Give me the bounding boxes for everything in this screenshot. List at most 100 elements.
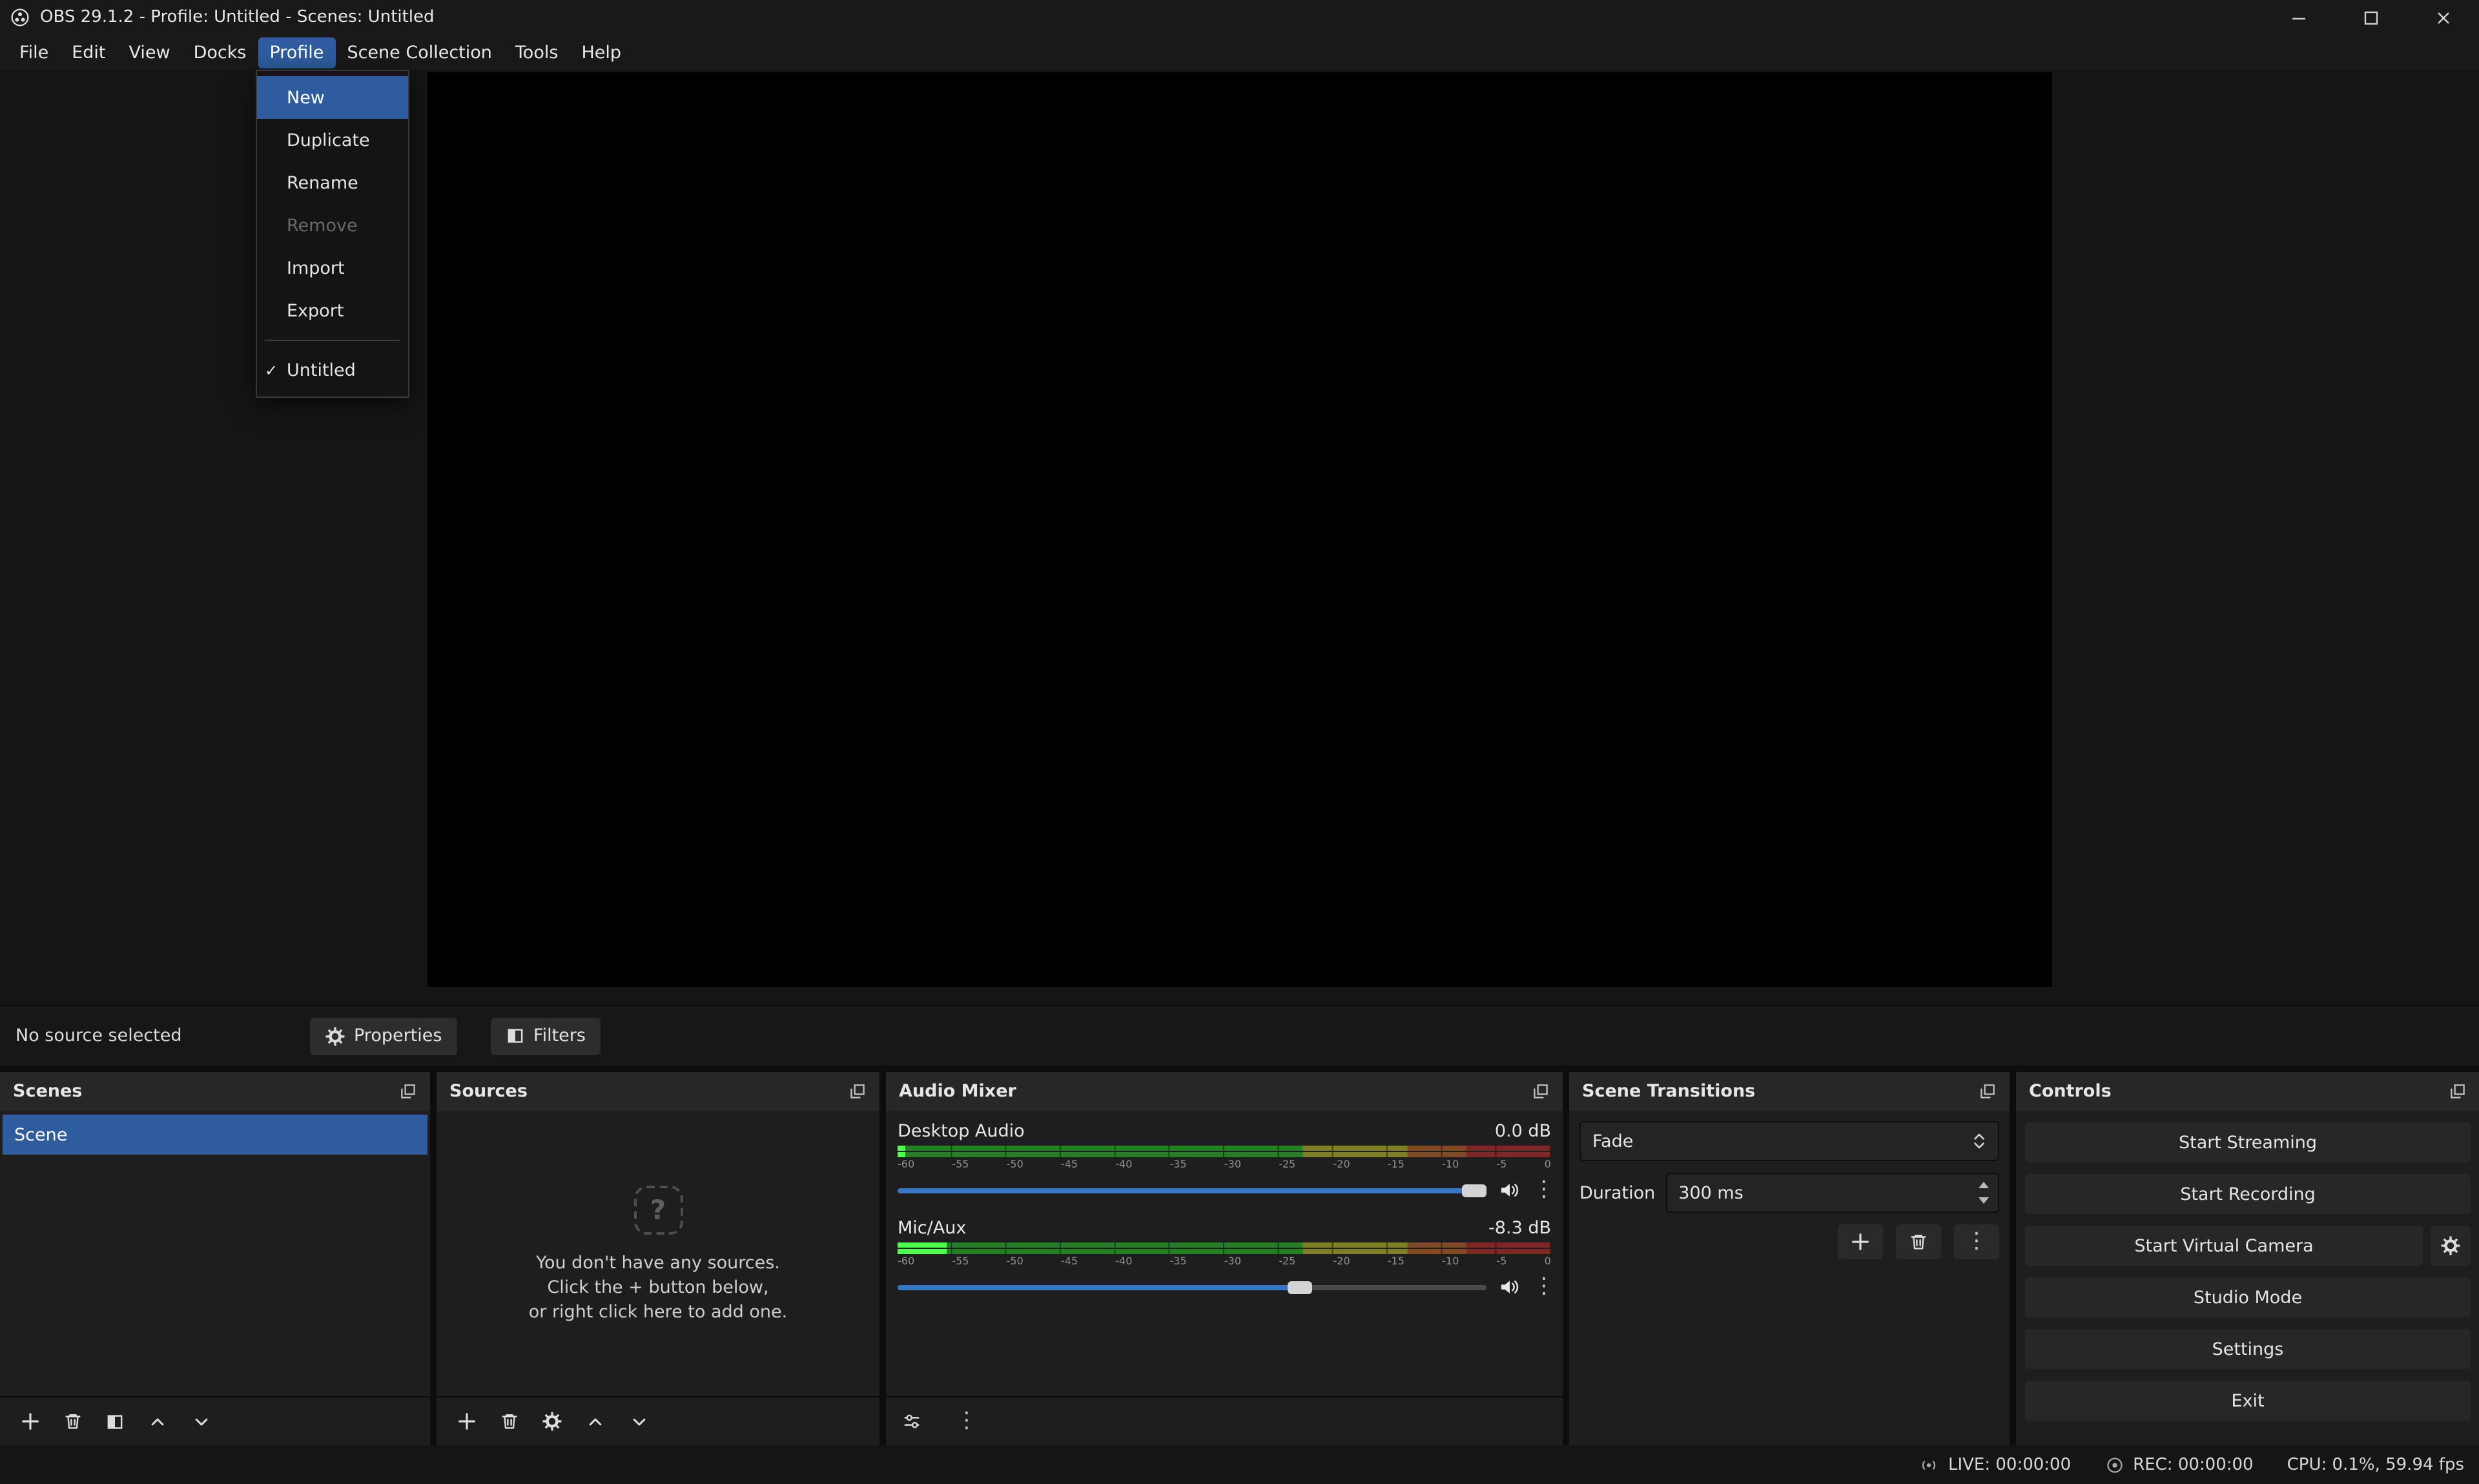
popout-icon[interactable]	[399, 1082, 417, 1100]
settings-button[interactable]: Settings	[2025, 1329, 2471, 1369]
source-list[interactable]: ? You don't have any sources. Click the …	[437, 1111, 879, 1396]
menu-docks[interactable]: Docks	[182, 37, 258, 68]
speaker-icon[interactable]	[1498, 1277, 1521, 1297]
sources-empty-line: You don't have any sources.	[536, 1252, 780, 1276]
remove-scene-button[interactable]	[63, 1412, 83, 1431]
popout-icon[interactable]	[849, 1082, 867, 1100]
move-scene-down-button[interactable]	[191, 1412, 212, 1430]
menu-file[interactable]: File	[8, 37, 60, 68]
mixer-options-button[interactable]: ⋮	[956, 1410, 974, 1432]
chevron-updown-icon	[1972, 1130, 1986, 1152]
tick-label: 0	[1545, 1159, 1551, 1170]
tick-label: -50	[1007, 1159, 1023, 1170]
start-virtual-camera-button[interactable]: Start Virtual Camera	[2025, 1226, 2423, 1266]
live-time: LIVE: 00:00:00	[1948, 1455, 2071, 1474]
minimize-button[interactable]	[2263, 0, 2335, 35]
sources-empty-line: Click the + button below,	[547, 1276, 768, 1301]
add-source-button[interactable]	[457, 1412, 477, 1431]
profile-menu-item-export[interactable]: Export	[257, 289, 408, 332]
tick-label: -45	[1061, 1255, 1078, 1267]
studio-mode-button[interactable]: Studio Mode	[2025, 1277, 2471, 1317]
tick-label: -30	[1224, 1255, 1241, 1267]
maximize-button[interactable]	[2335, 0, 2407, 35]
move-source-up-button[interactable]	[585, 1412, 606, 1430]
controls-dock: Controls Start Streaming Start Recording…	[2016, 1072, 2479, 1445]
volume-slider[interactable]	[898, 1188, 1486, 1193]
sources-empty-line: or right click here to add one.	[529, 1301, 788, 1325]
transition-options-button[interactable]: ⋮	[1954, 1224, 1999, 1259]
menu-edit[interactable]: Edit	[60, 37, 117, 68]
popout-icon[interactable]	[1979, 1082, 1997, 1100]
meter-scale: -60-55-50-45-40-35-30-25-20-15-10-50	[898, 1255, 1551, 1267]
start-recording-button[interactable]: Start Recording	[2025, 1174, 2471, 1214]
audio-mixer-header: Audio Mixer	[886, 1072, 1563, 1111]
close-button[interactable]	[2407, 0, 2479, 35]
audio-mixer-dock: Audio Mixer Desktop Audio 0.0 dB -60-55-…	[886, 1072, 1563, 1445]
transitions-title: Scene Transitions	[1582, 1081, 1755, 1102]
controls-body: Start Streaming Start Recording Start Vi…	[2016, 1111, 2479, 1445]
cpu-fps-stats: CPU: 0.1%, 59.94 fps	[2287, 1455, 2464, 1474]
volume-slider-handle[interactable]	[1462, 1184, 1486, 1197]
scenes-dock-title: Scenes	[13, 1081, 82, 1102]
sources-dock-header: Sources	[437, 1072, 879, 1111]
channel-options-button[interactable]: ⋮	[1533, 1179, 1551, 1201]
profile-menu-item-rename[interactable]: Rename	[257, 161, 408, 204]
statusbar: LIVE: 00:00:00 REC: 00:00:00 CPU: 0.1%, …	[0, 1445, 2479, 1484]
transition-select[interactable]: Fade	[1579, 1121, 1999, 1161]
menu-view[interactable]: View	[118, 37, 182, 68]
window-controls	[2263, 0, 2479, 35]
tick-label: -10	[1442, 1159, 1459, 1170]
filters-icon	[506, 1027, 524, 1045]
start-streaming-button[interactable]: Start Streaming	[2025, 1122, 2471, 1162]
virtual-camera-settings-button[interactable]	[2431, 1226, 2471, 1266]
volume-slider-handle[interactable]	[1287, 1281, 1312, 1293]
volume-slider[interactable]	[898, 1284, 1486, 1290]
exit-button[interactable]: Exit	[2025, 1381, 2471, 1421]
source-status-text: No source selected	[15, 1025, 182, 1046]
record-icon	[2104, 1455, 2124, 1474]
add-scene-button[interactable]	[21, 1412, 40, 1431]
properties-button[interactable]: Properties	[310, 1017, 457, 1055]
scenes-dock: Scenes Scene	[0, 1072, 430, 1445]
menu-profile[interactable]: Profile	[258, 37, 335, 68]
preview-canvas[interactable]	[427, 72, 2052, 987]
add-transition-button[interactable]	[1838, 1224, 1883, 1259]
transition-selected-value: Fade	[1592, 1131, 1633, 1151]
remove-source-button[interactable]	[500, 1412, 519, 1431]
move-scene-up-button[interactable]	[147, 1412, 168, 1430]
transitions-header: Scene Transitions	[1569, 1072, 2010, 1111]
popout-icon[interactable]	[1532, 1082, 1550, 1100]
menu-help[interactable]: Help	[570, 37, 633, 68]
duration-spinbox[interactable]: 300 ms	[1665, 1173, 1999, 1213]
profile-menu-item-new[interactable]: New	[257, 76, 408, 119]
live-icon	[1920, 1455, 1939, 1474]
tick-label: -60	[898, 1255, 914, 1267]
obs-logo-icon	[10, 8, 30, 27]
remove-transition-button[interactable]	[1896, 1224, 1941, 1259]
gear-icon	[325, 1026, 345, 1046]
profile-menu-item-import[interactable]: Import	[257, 247, 408, 289]
spin-up-icon[interactable]	[1979, 1182, 1989, 1188]
tick-label: -40	[1115, 1159, 1132, 1170]
popout-icon[interactable]	[2449, 1082, 2467, 1100]
spinner-arrows-icon[interactable]	[1979, 1182, 1989, 1204]
channel-options-button[interactable]: ⋮	[1533, 1276, 1551, 1298]
sources-empty-state: ? You don't have any sources. Click the …	[437, 1186, 879, 1325]
window-title: OBS 29.1.2 - Profile: Untitled - Scenes:…	[40, 8, 435, 27]
filters-button[interactable]: Filters	[491, 1017, 601, 1055]
scene-list-item[interactable]: Scene	[3, 1115, 427, 1155]
profile-menu-item-untitled[interactable]: ✓ Untitled	[257, 349, 408, 391]
menu-tools[interactable]: Tools	[504, 37, 570, 68]
tick-label: -15	[1388, 1255, 1404, 1267]
mixer-toolbar: ⋮	[886, 1396, 1563, 1445]
speaker-icon[interactable]	[1498, 1180, 1521, 1200]
duration-value: 300 ms	[1678, 1182, 1744, 1203]
source-properties-button[interactable]	[542, 1412, 562, 1431]
scene-filters-button[interactable]	[106, 1412, 124, 1430]
titlebar: OBS 29.1.2 - Profile: Untitled - Scenes:…	[0, 0, 2479, 35]
move-source-down-button[interactable]	[629, 1412, 650, 1430]
spin-down-icon[interactable]	[1979, 1197, 1989, 1204]
profile-menu-item-duplicate[interactable]: Duplicate	[257, 119, 408, 161]
menu-scene-collection[interactable]: Scene Collection	[335, 37, 503, 68]
advanced-audio-icon[interactable]	[901, 1412, 922, 1431]
